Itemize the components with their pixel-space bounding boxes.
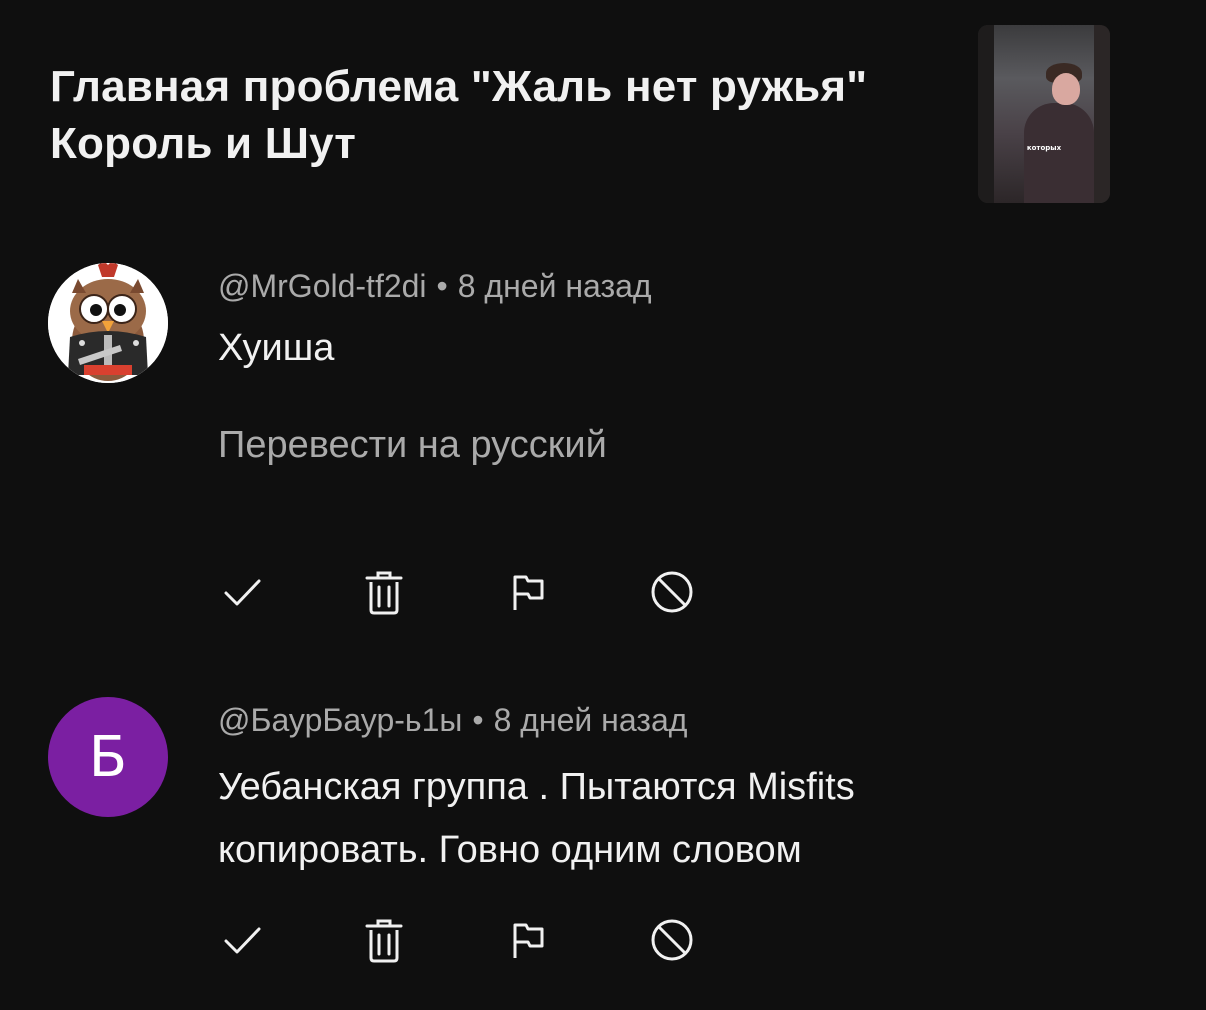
thumbnail-caption: которых (1026, 144, 1062, 152)
flag-icon (513, 923, 544, 958)
comment-time: 8 дней назад (493, 702, 688, 738)
block-icon (651, 919, 693, 961)
comment-text: Хуиша (218, 327, 335, 369)
owl-avatar-icon (48, 263, 168, 383)
comment-text: Уебанская группа . Пытаются Misfits копи… (218, 766, 855, 871)
report-button[interactable] (504, 916, 552, 964)
block-icon (651, 571, 693, 613)
delete-button[interactable] (360, 916, 408, 964)
block-button[interactable] (648, 568, 696, 616)
video-title[interactable]: Главная проблема "Жаль нет ружья" Король… (50, 58, 870, 172)
thumbnail-image (994, 25, 1094, 203)
thumbnail-performer-face (1052, 73, 1080, 105)
thumbnail-blur-right (1094, 25, 1110, 203)
comment-meta: @MrGold-tf2di • 8 дней назад (218, 268, 652, 305)
flag-icon (513, 575, 544, 610)
approve-button[interactable] (218, 568, 266, 616)
avatar[interactable]: Б (48, 697, 168, 817)
trash-icon (365, 919, 403, 963)
avatar-letter: Б (88, 724, 128, 790)
check-icon (224, 927, 261, 954)
report-button[interactable] (504, 568, 552, 616)
check-icon (224, 579, 261, 606)
meta-separator: • (472, 702, 484, 738)
comment-time: 8 дней назад (457, 268, 652, 304)
translate-button[interactable]: Перевести на русский (218, 424, 607, 467)
trash-icon (365, 571, 403, 615)
thumbnail-performer-body (1024, 103, 1094, 203)
approve-button[interactable] (218, 916, 266, 964)
block-button[interactable] (648, 916, 696, 964)
comment-author[interactable]: @MrGold-tf2di (218, 268, 427, 304)
comment-author[interactable]: @БаурБаур-ь1ы (218, 702, 462, 738)
video-thumbnail[interactable]: которых (978, 25, 1110, 203)
thumbnail-blur-left (978, 25, 994, 203)
avatar[interactable] (48, 263, 168, 383)
comment-meta: @БаурБаур-ь1ы • 8 дней назад (218, 702, 687, 739)
meta-separator: • (436, 268, 448, 304)
delete-button[interactable] (360, 568, 408, 616)
